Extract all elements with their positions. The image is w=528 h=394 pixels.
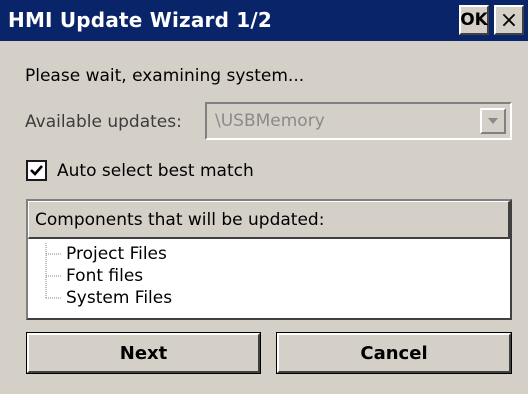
ok-button[interactable]: OK [459,5,489,35]
checkmark-icon [30,165,43,176]
components-list-header: Components that will be updated: [28,201,510,239]
list-item[interactable]: System Files [42,287,342,309]
update-wizard-window: HMI Update Wizard 1/2 OK × Please wait, … [0,0,528,394]
auto-select-label[interactable]: Auto select best match [57,160,254,182]
tree-branch-icon [45,265,62,287]
next-button[interactable]: Next [26,332,261,374]
list-item-label: Project Files [66,244,167,264]
status-message: Please wait, examining system... [25,66,305,86]
close-button[interactable]: × [494,5,524,35]
window-title: HMI Update Wizard 1/2 [8,8,273,32]
chevron-down-icon [488,118,498,124]
available-updates-value: \USBMemory [215,111,325,131]
list-item[interactable]: Project Files [42,243,342,265]
cancel-button[interactable]: Cancel [276,332,512,374]
available-updates-label: Available updates: [25,112,182,132]
available-updates-dropdown[interactable]: \USBMemory [205,102,512,140]
tree-branch-icon [45,287,62,299]
close-icon: × [499,7,519,33]
tree-branch-icon [45,243,62,265]
list-item-label: System Files [66,288,173,308]
components-header-label: Components that will be updated: [35,210,325,230]
components-list[interactable]: Components that will be updated: Project… [26,199,512,320]
dropdown-button[interactable] [480,108,506,134]
list-item-label: Font files [66,266,144,286]
list-item[interactable]: Font files [42,265,342,287]
title-bar[interactable]: HMI Update Wizard 1/2 OK × [0,0,528,41]
auto-select-checkbox[interactable] [26,160,47,181]
